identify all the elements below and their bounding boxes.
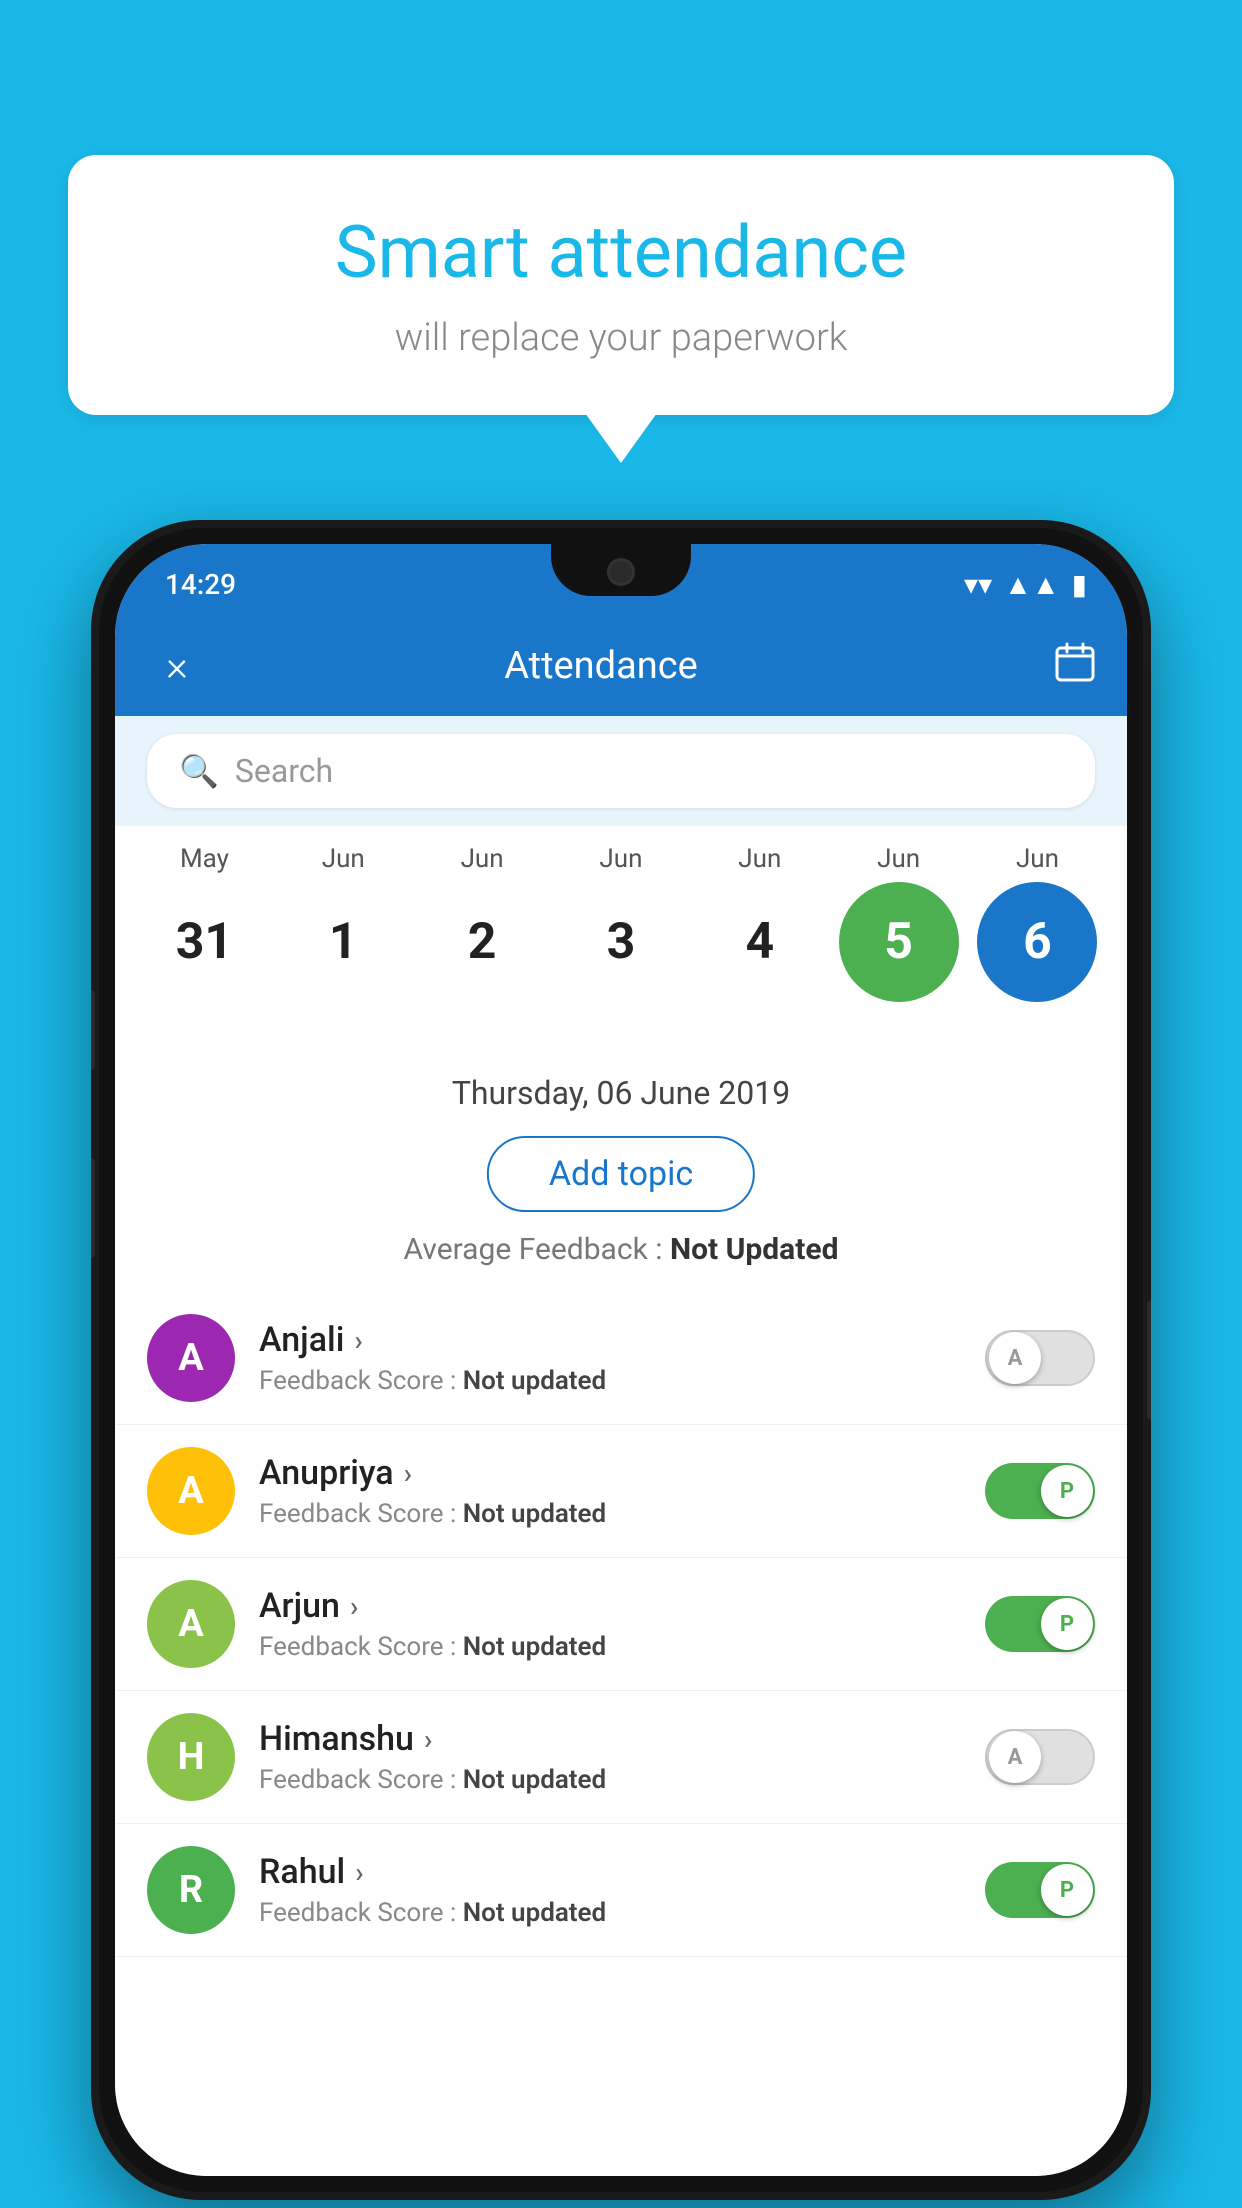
toggle-switch-himanshu[interactable]: A (985, 1729, 1095, 1785)
selected-date-text: Thursday, 06 June 2019 (115, 1074, 1127, 1112)
camera (607, 558, 635, 586)
student-name-himanshu: Himanshu › (259, 1719, 961, 1759)
toggle-knob-himanshu: A (989, 1731, 1041, 1783)
toggle-switch-anupriya[interactable]: P (985, 1463, 1095, 1519)
chevron-rahul: › (355, 1856, 363, 1889)
toggle-knob-rahul: P (1041, 1864, 1093, 1916)
date-4[interactable]: 4 (700, 882, 820, 1002)
phone-screen: 14:29 ▾▾ ▲▲ ▮ × Attendance (115, 544, 1127, 2176)
avatar-arjun: A (147, 1580, 235, 1668)
toggle-knob-anupriya: P (1041, 1465, 1093, 1517)
date-1[interactable]: 1 (283, 882, 403, 1002)
toggle-switch-rahul[interactable]: P (985, 1862, 1095, 1918)
student-item-rahul[interactable]: R Rahul › Feedback Score : Not updated (115, 1824, 1127, 1957)
month-jun2: Jun (422, 844, 542, 874)
battery-icon: ▮ (1072, 568, 1087, 601)
month-jun1: Jun (283, 844, 403, 874)
month-jun3: Jun (561, 844, 681, 874)
bubble-subtitle: will replace your paperwork (128, 316, 1114, 360)
status-time: 14:29 (155, 568, 236, 601)
student-name-arjun: Arjun › (259, 1586, 961, 1626)
student-item-arjun[interactable]: A Arjun › Feedback Score : Not updated (115, 1558, 1127, 1691)
toggle-himanshu[interactable]: A (985, 1729, 1095, 1785)
toggle-anjali[interactable]: A (985, 1330, 1095, 1386)
chevron-anjali: › (354, 1324, 362, 1357)
calendar-section: May Jun Jun Jun Jun Jun Jun 31 1 2 3 4 (115, 824, 1127, 1026)
student-feedback-arjun: Feedback Score : Not updated (259, 1632, 961, 1662)
chevron-himanshu: › (424, 1723, 432, 1756)
date-6-selected[interactable]: 6 (977, 882, 1097, 1002)
student-item-anupriya[interactable]: A Anupriya › Feedback Score : Not update… (115, 1425, 1127, 1558)
signal-icon: ▲▲ (1004, 568, 1059, 601)
phone-inner: 14:29 ▾▾ ▲▲ ▮ × Attendance (99, 528, 1143, 2192)
speech-bubble: Smart attendance will replace your paper… (68, 155, 1174, 415)
student-feedback-anupriya: Feedback Score : Not updated (259, 1499, 961, 1529)
toggle-switch-arjun[interactable]: P (985, 1596, 1095, 1652)
student-info-anupriya: Anupriya › Feedback Score : Not updated (259, 1453, 961, 1529)
wifi-icon: ▾▾ (964, 568, 992, 601)
average-feedback: Average Feedback : Not Updated (115, 1232, 1127, 1267)
app-bar-title: Attendance (147, 644, 1055, 688)
phone-container: 14:29 ▾▾ ▲▲ ▮ × Attendance (91, 520, 1151, 2200)
month-jun5: Jun (839, 844, 959, 874)
student-name-rahul: Rahul › (259, 1852, 961, 1892)
date-31[interactable]: 31 (144, 882, 264, 1002)
student-list: A Anjali › Feedback Score : Not updated (115, 1292, 1127, 2176)
volume-up-button[interactable] (91, 990, 95, 1070)
date-5-today[interactable]: 5 (839, 882, 959, 1002)
student-feedback-anjali: Feedback Score : Not updated (259, 1366, 961, 1396)
chevron-anupriya: › (404, 1457, 412, 1490)
toggle-switch-anjali[interactable]: A (985, 1330, 1095, 1386)
avg-feedback-value: Not Updated (670, 1232, 839, 1267)
month-jun6: Jun (977, 844, 1097, 874)
phone-notch (551, 544, 691, 596)
month-row: May Jun Jun Jun Jun Jun Jun (135, 844, 1107, 874)
avatar-himanshu: H (147, 1713, 235, 1801)
search-container: 🔍 Search (115, 716, 1127, 826)
student-info-rahul: Rahul › Feedback Score : Not updated (259, 1852, 961, 1928)
app-bar: × Attendance (115, 616, 1127, 716)
month-jun4: Jun (700, 844, 820, 874)
avatar-rahul: R (147, 1846, 235, 1934)
add-topic-button[interactable]: Add topic (487, 1136, 755, 1212)
phone-frame: 14:29 ▾▾ ▲▲ ▮ × Attendance (91, 520, 1151, 2200)
date-row: 31 1 2 3 4 5 6 (135, 882, 1107, 1002)
student-feedback-rahul: Feedback Score : Not updated (259, 1898, 961, 1928)
student-name-anjali: Anjali › (259, 1320, 961, 1360)
toggle-arjun[interactable]: P (985, 1596, 1095, 1652)
month-may: May (144, 844, 264, 874)
search-bar[interactable]: 🔍 Search (147, 734, 1095, 808)
speech-bubble-container: Smart attendance will replace your paper… (68, 155, 1174, 415)
toggle-knob-arjun: P (1041, 1598, 1093, 1650)
toggle-rahul[interactable]: P (985, 1862, 1095, 1918)
bubble-title: Smart attendance (128, 210, 1114, 296)
chevron-arjun: › (350, 1590, 358, 1623)
student-info-anjali: Anjali › Feedback Score : Not updated (259, 1320, 961, 1396)
calendar-icon[interactable] (1055, 642, 1095, 691)
search-icon: 🔍 (179, 752, 219, 790)
avg-feedback-label: Average Feedback : (404, 1232, 670, 1267)
student-item-anjali[interactable]: A Anjali › Feedback Score : Not updated (115, 1292, 1127, 1425)
student-item-himanshu[interactable]: H Himanshu › Feedback Score : Not update… (115, 1691, 1127, 1824)
power-button[interactable] (1147, 1300, 1151, 1420)
student-info-himanshu: Himanshu › Feedback Score : Not updated (259, 1719, 961, 1795)
date-3[interactable]: 3 (561, 882, 681, 1002)
student-name-anupriya: Anupriya › (259, 1453, 961, 1493)
avatar-anjali: A (147, 1314, 235, 1402)
volume-down-button[interactable] (91, 1158, 95, 1258)
search-placeholder: Search (235, 752, 333, 790)
toggle-knob-anjali: A (989, 1332, 1041, 1384)
avatar-anupriya: A (147, 1447, 235, 1535)
date-2[interactable]: 2 (422, 882, 542, 1002)
student-info-arjun: Arjun › Feedback Score : Not updated (259, 1586, 961, 1662)
status-icons: ▾▾ ▲▲ ▮ (964, 568, 1087, 601)
student-feedback-himanshu: Feedback Score : Not updated (259, 1765, 961, 1795)
toggle-anupriya[interactable]: P (985, 1463, 1095, 1519)
